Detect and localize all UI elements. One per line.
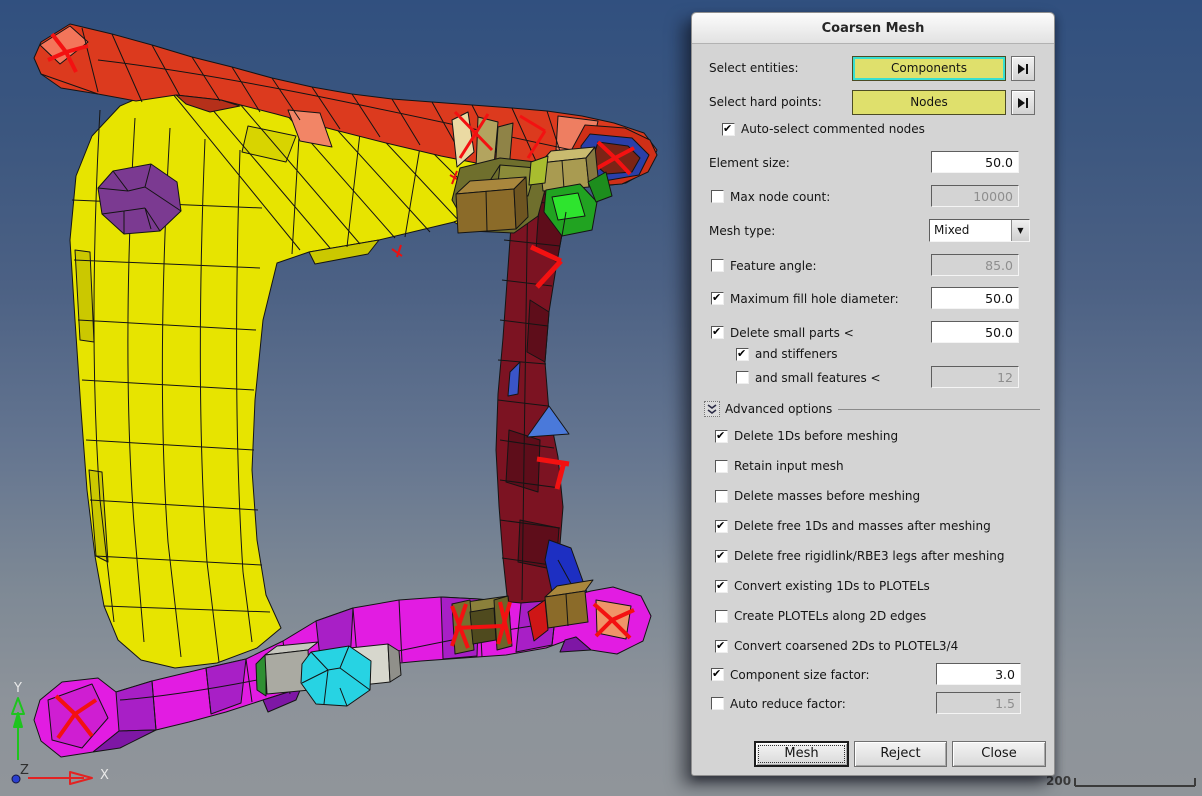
select-hard-points-button[interactable]: Nodes (852, 90, 1006, 115)
retain-input-mesh-checkbox[interactable] (715, 460, 728, 473)
cyan-hole-patch (301, 646, 371, 706)
max-node-count-row: Max node count: (692, 185, 1054, 209)
delete-1ds-label: Delete 1Ds before meshing (734, 429, 898, 444)
select-entities-row: Select entities: Components (692, 56, 1054, 80)
dropdown-arrow-icon[interactable]: ▼ (1011, 220, 1029, 241)
close-button[interactable]: Close (952, 741, 1046, 767)
component-size-factor-label: Component size factor: (730, 663, 870, 687)
mesh-button[interactable]: Mesh (754, 741, 849, 767)
auto-select-checkbox[interactable] (722, 123, 735, 136)
auto-reduce-factor-checkbox[interactable] (711, 697, 724, 710)
max-fill-hole-label: Maximum fill hole diameter: (730, 287, 899, 311)
and-small-features-row: and small features < (692, 366, 1054, 390)
component-size-factor-row: Component size factor: (692, 663, 1054, 687)
auto-reduce-factor-label: Auto reduce factor: (730, 692, 846, 716)
select-entities-label: Select entities: (709, 56, 799, 80)
feature-angle-input (931, 254, 1019, 276)
auto-select-label: Auto-select commented nodes (741, 122, 925, 137)
max-fill-hole-input[interactable] (931, 287, 1019, 309)
entities-selector-switch-button[interactable] (1011, 56, 1035, 81)
view-scale-ruler: 200 (1046, 774, 1197, 788)
component-size-factor-checkbox[interactable] (711, 668, 724, 681)
mesh-type-dropdown[interactable]: Mixed ▼ (929, 219, 1030, 242)
skip-to-end-icon (1018, 64, 1029, 74)
delete-small-parts-label: Delete small parts < (730, 321, 854, 345)
convert-coarsened-2ds-checkbox[interactable] (715, 640, 728, 653)
delete-free-1ds-checkbox[interactable] (715, 520, 728, 533)
and-small-features-input (931, 366, 1019, 388)
select-hard-points-label: Select hard points: (709, 90, 822, 114)
create-plotels-checkbox[interactable] (715, 610, 728, 623)
scale-value: 200 (1046, 774, 1071, 788)
and-small-features-label: and small features < (755, 366, 881, 390)
and-stiffeners-checkbox[interactable] (736, 348, 749, 361)
create-plotels-label: Create PLOTELs along 2D edges (734, 609, 926, 624)
mesh-type-label: Mesh type: (709, 219, 775, 243)
max-fill-hole-row: Maximum fill hole diameter: (692, 287, 1054, 311)
mesh-component-maroon-column (496, 170, 603, 621)
axis-label-z: Z (20, 763, 29, 778)
hard-points-selector-switch-button[interactable] (1011, 90, 1035, 115)
select-entities-button[interactable]: Components (852, 56, 1006, 81)
mesh-type-row: Mesh type: Mixed ▼ (692, 219, 1054, 243)
feature-angle-row: Feature angle: (692, 254, 1054, 278)
element-size-label: Element size: (709, 151, 790, 175)
max-node-count-label: Max node count: (730, 185, 830, 209)
and-stiffeners-label: and stiffeners (755, 347, 838, 362)
advanced-separator (838, 409, 1040, 410)
delete-1ds-checkbox[interactable] (715, 430, 728, 443)
element-size-row: Element size: (692, 151, 1054, 175)
auto-reduce-factor-row: Auto reduce factor: (692, 692, 1054, 716)
element-size-input[interactable] (931, 151, 1019, 173)
delete-free-rigidlink-checkbox[interactable] (715, 550, 728, 563)
scale-bracket-icon (1073, 774, 1197, 788)
select-hard-points-row: Select hard points: Nodes (692, 90, 1054, 114)
max-fill-hole-checkbox[interactable] (711, 292, 724, 305)
collapse-chevrons-icon (707, 404, 717, 415)
reject-button[interactable]: Reject (854, 741, 947, 767)
component-size-factor-input[interactable] (936, 663, 1021, 685)
auto-reduce-factor-input (936, 692, 1021, 714)
and-small-features-checkbox[interactable] (736, 371, 749, 384)
delete-masses-label: Delete masses before meshing (734, 489, 920, 504)
delete-small-parts-row: Delete small parts < (692, 321, 1054, 345)
skip-to-end-icon (1018, 98, 1029, 108)
coarsen-mesh-dialog: Coarsen Mesh Select entities: Components… (691, 12, 1055, 776)
dialog-title: Coarsen Mesh (822, 21, 925, 36)
delete-free-1ds-label: Delete free 1Ds and masses after meshing (734, 519, 991, 534)
feature-angle-checkbox[interactable] (711, 259, 724, 272)
dialog-titlebar[interactable]: Coarsen Mesh (692, 13, 1054, 44)
convert-existing-1ds-checkbox[interactable] (715, 580, 728, 593)
axis-label-y: Y (14, 681, 22, 696)
max-node-count-input (931, 185, 1019, 207)
delete-masses-checkbox[interactable] (715, 490, 728, 503)
delete-free-rigidlink-label: Delete free rigidlink/RBE3 legs after me… (734, 549, 1005, 564)
max-node-count-checkbox[interactable] (711, 190, 724, 203)
retain-input-mesh-label: Retain input mesh (734, 459, 844, 474)
feature-angle-label: Feature angle: (730, 254, 817, 278)
mesh-type-value: Mixed (934, 220, 969, 241)
convert-coarsened-2ds-label: Convert coarsened 2Ds to PLOTEL3/4 (734, 639, 958, 654)
convert-existing-1ds-label: Convert existing 1Ds to PLOTELs (734, 579, 930, 594)
axis-label-x: X (100, 768, 109, 783)
advanced-options-label: Advanced options (725, 401, 832, 417)
delete-small-parts-input[interactable] (931, 321, 1019, 343)
delete-small-parts-checkbox[interactable] (711, 326, 724, 339)
advanced-options-toggle[interactable] (704, 401, 720, 417)
